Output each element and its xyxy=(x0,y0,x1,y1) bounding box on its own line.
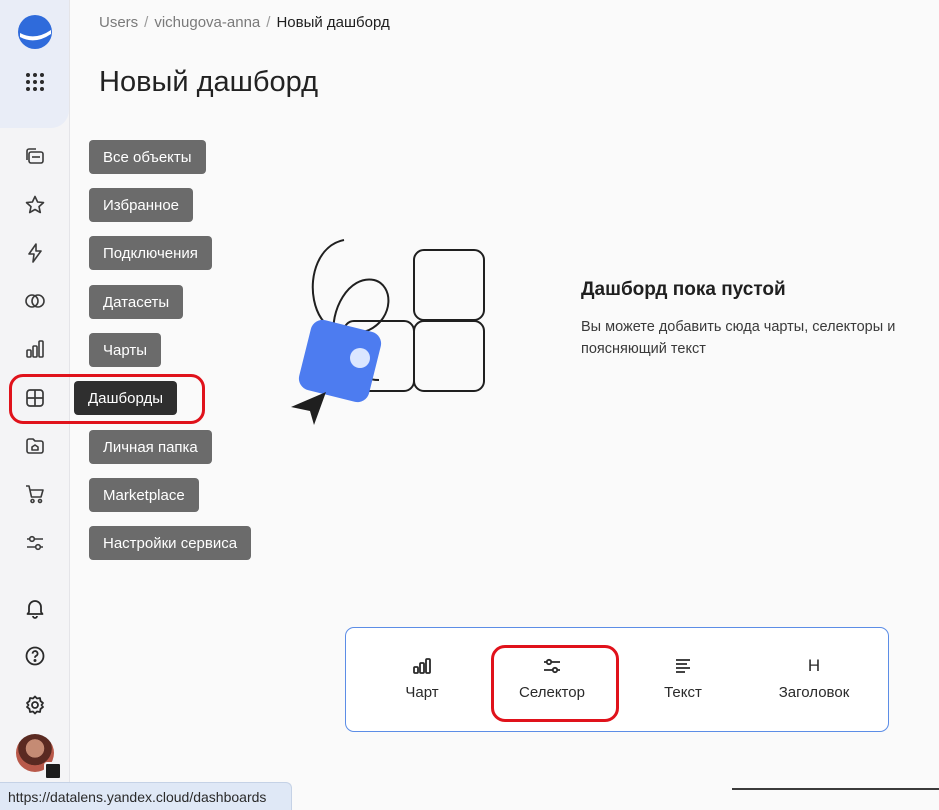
breadcrumb: Users / vichugova-anna / Новый дашборд xyxy=(99,14,390,31)
add-widget-bar: Чарт Селектор Текст H Заголовок xyxy=(345,627,889,732)
breadcrumb-item[interactable]: Users xyxy=(99,14,138,31)
add-heading-label: Заголовок xyxy=(778,684,850,701)
home-folder-icon[interactable] xyxy=(17,428,53,464)
breadcrumb-separator: / xyxy=(266,14,271,31)
add-selector-label: Селектор xyxy=(519,684,585,701)
nav-item-connections[interactable]: Подключения xyxy=(89,236,212,270)
avatar-badge-icon xyxy=(44,762,62,780)
chart-icon xyxy=(412,652,432,680)
apps-grid-icon[interactable] xyxy=(17,64,53,100)
folders-icon[interactable] xyxy=(17,138,53,174)
bell-icon[interactable] xyxy=(17,590,53,626)
settings-icon[interactable] xyxy=(17,687,53,723)
add-text-label: Текст xyxy=(664,684,702,701)
breadcrumb-separator: / xyxy=(144,14,149,31)
bar-chart-icon[interactable] xyxy=(17,331,53,367)
lightning-icon[interactable] xyxy=(17,235,53,271)
nav-item-charts[interactable]: Чарты xyxy=(89,333,162,367)
nav-item-all-objects[interactable]: Все объекты xyxy=(89,140,206,174)
empty-dashboard-illustration xyxy=(291,239,485,425)
nav-item-dashboards[interactable]: Дашборды xyxy=(74,381,177,415)
selector-icon xyxy=(542,652,562,680)
add-chart-button[interactable]: Чарт xyxy=(367,652,477,712)
datasets-icon[interactable] xyxy=(17,283,53,319)
heading-glyph: H xyxy=(807,656,821,675)
page-title: Новый дашборд xyxy=(99,66,319,98)
breadcrumb-current: Новый дашборд xyxy=(276,14,390,31)
add-chart-label: Чарт xyxy=(405,684,439,701)
nav-item-datasets[interactable]: Датасеты xyxy=(89,285,184,319)
add-selector-button[interactable]: Селектор xyxy=(497,652,607,712)
text-icon xyxy=(674,652,692,680)
nav-item-favorites[interactable]: Избранное xyxy=(89,188,194,222)
heading-icon: H xyxy=(808,652,820,680)
sliders-icon[interactable] xyxy=(17,525,53,561)
dashboard-icon[interactable] xyxy=(17,380,53,416)
empty-state-description: Вы можете добавить сюда чарты, селекторы… xyxy=(581,319,896,357)
add-text-button[interactable]: Текст xyxy=(628,652,738,712)
bottom-divider xyxy=(732,788,939,790)
add-heading-button[interactable]: H Заголовок xyxy=(759,652,869,712)
star-icon[interactable] xyxy=(17,187,53,223)
cart-icon[interactable] xyxy=(17,476,53,512)
datalens-logo[interactable] xyxy=(17,14,53,50)
nav-item-service-settings[interactable]: Настройки сервиса xyxy=(89,526,252,560)
breadcrumb-item[interactable]: vichugova-anna xyxy=(154,14,260,31)
empty-state-title: Дашборд пока пустой xyxy=(581,279,786,300)
nav-item-marketplace[interactable]: Marketplace xyxy=(89,478,199,512)
nav-item-personal-folder[interactable]: Личная папка xyxy=(89,430,212,464)
help-icon[interactable] xyxy=(17,638,53,674)
status-bar-url: https://datalens.yandex.cloud/dashboards xyxy=(0,782,292,810)
